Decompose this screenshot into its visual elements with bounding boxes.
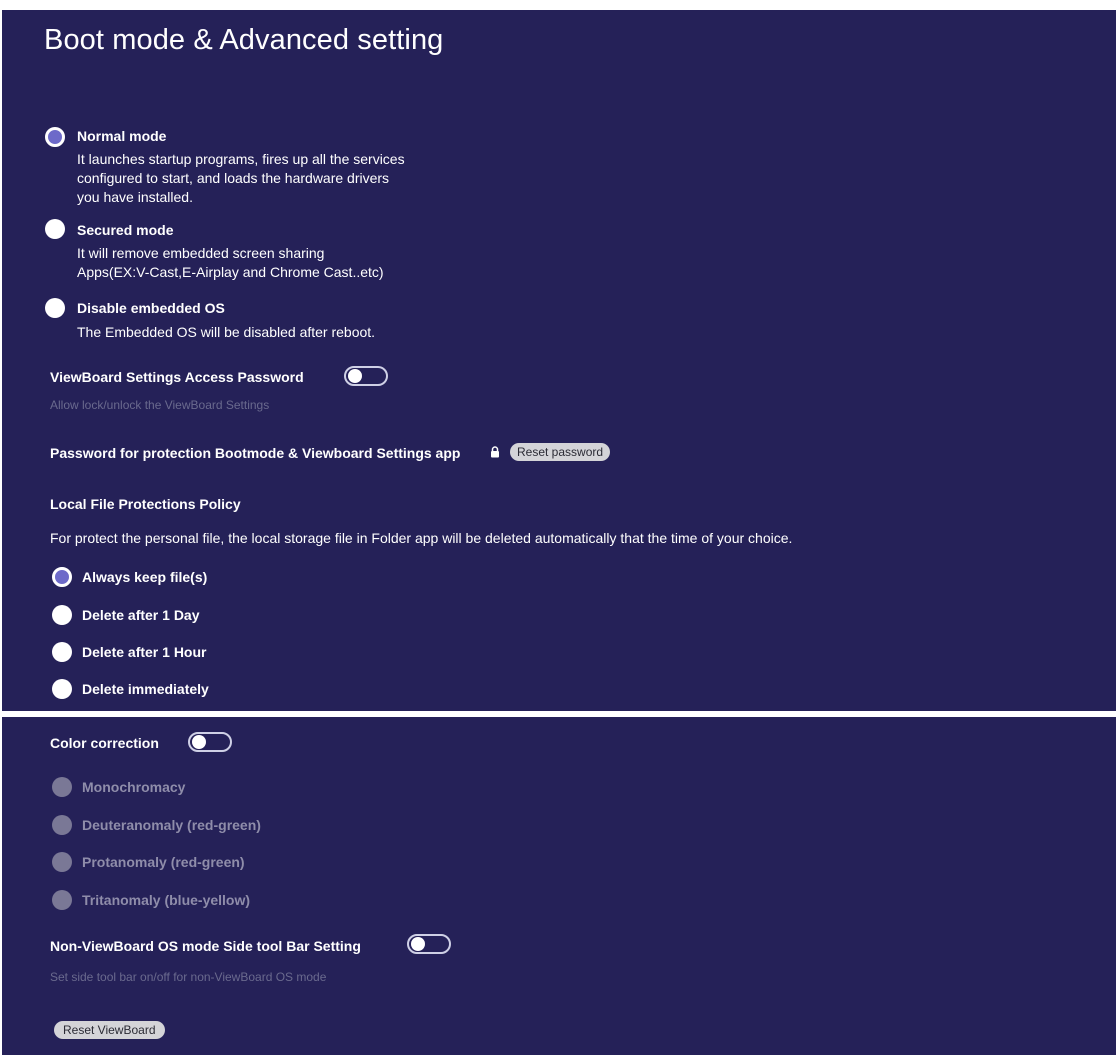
- boot-mode-desc: It will remove embedded screen sharing A…: [77, 244, 384, 282]
- boot-mode-label: Disable embedded OS: [77, 300, 225, 316]
- radio-disable-embedded-os[interactable]: [45, 298, 65, 318]
- toggle-knob: [192, 735, 206, 749]
- radio-secured-mode[interactable]: [45, 219, 65, 239]
- desc-line: you have installed.: [77, 189, 193, 205]
- radio-delete-1-day[interactable]: [52, 605, 72, 625]
- radio-monochromacy: [52, 777, 72, 797]
- color-correction-toggle[interactable]: [188, 732, 232, 752]
- desc-line: Apps(EX:V-Cast,E-Airplay and Chrome Cast…: [77, 264, 384, 280]
- radio-always-keep[interactable]: [52, 567, 72, 587]
- reset-viewboard-button[interactable]: Reset ViewBoard: [54, 1021, 165, 1039]
- access-password-toggle[interactable]: [344, 366, 388, 386]
- radio-protanomaly: [52, 852, 72, 872]
- side-toolbar-toggle[interactable]: [407, 934, 451, 954]
- radio-delete-immediately[interactable]: [52, 679, 72, 699]
- page-title: Boot mode & Advanced setting: [44, 24, 444, 56]
- protection-password-label: Password for protection Bootmode & Viewb…: [50, 445, 461, 461]
- boot-mode-panel: Boot mode & Advanced setting Normal mode…: [2, 10, 1116, 711]
- radio-deuteranomaly: [52, 815, 72, 835]
- radio-delete-1-hour[interactable]: [52, 642, 72, 662]
- lock-icon: [491, 446, 499, 458]
- file-option-label: Delete after 1 Hour: [82, 644, 207, 660]
- color-option-label: Monochromacy: [82, 779, 186, 795]
- color-option-label: Deuteranomaly (red-green): [82, 817, 261, 833]
- desc-line: configured to start, and loads the hardw…: [77, 170, 390, 186]
- side-toolbar-label: Non-ViewBoard OS mode Side tool Bar Sett…: [50, 938, 361, 954]
- desc-line: The Embedded OS will be disabled after r…: [77, 324, 376, 340]
- desc-line: It launches startup programs, fires up a…: [77, 151, 405, 167]
- boot-mode-desc: It launches startup programs, fires up a…: [77, 150, 405, 207]
- file-policy-desc: For protect the personal file, the local…: [50, 530, 793, 546]
- radio-tritanomaly: [52, 890, 72, 910]
- advanced-settings-panel: Color correction Monochromacy Deuteranom…: [2, 717, 1116, 1055]
- file-option-label: Delete after 1 Day: [82, 607, 200, 623]
- side-toolbar-sub: Set side tool bar on/off for non-ViewBoa…: [50, 970, 327, 984]
- file-policy-heading: Local File Protections Policy: [50, 496, 241, 512]
- radio-normal-mode[interactable]: [45, 127, 65, 147]
- boot-mode-desc: The Embedded OS will be disabled after r…: [77, 323, 375, 342]
- color-option-label: Protanomaly (red-green): [82, 854, 245, 870]
- toggle-knob: [411, 937, 425, 951]
- boot-mode-label: Normal mode: [77, 128, 167, 144]
- file-option-label: Always keep file(s): [82, 569, 208, 585]
- boot-mode-label: Secured mode: [77, 222, 174, 238]
- access-password-sub: Allow lock/unlock the ViewBoard Settings: [50, 398, 270, 412]
- desc-line: It will remove embedded screen sharing: [77, 245, 325, 261]
- color-correction-label: Color correction: [50, 735, 159, 751]
- file-option-label: Delete immediately: [82, 681, 209, 697]
- toggle-knob: [348, 369, 362, 383]
- reset-password-button[interactable]: Reset password: [510, 443, 611, 461]
- access-password-label: ViewBoard Settings Access Password: [50, 369, 304, 385]
- color-option-label: Tritanomaly (blue-yellow): [82, 892, 251, 908]
